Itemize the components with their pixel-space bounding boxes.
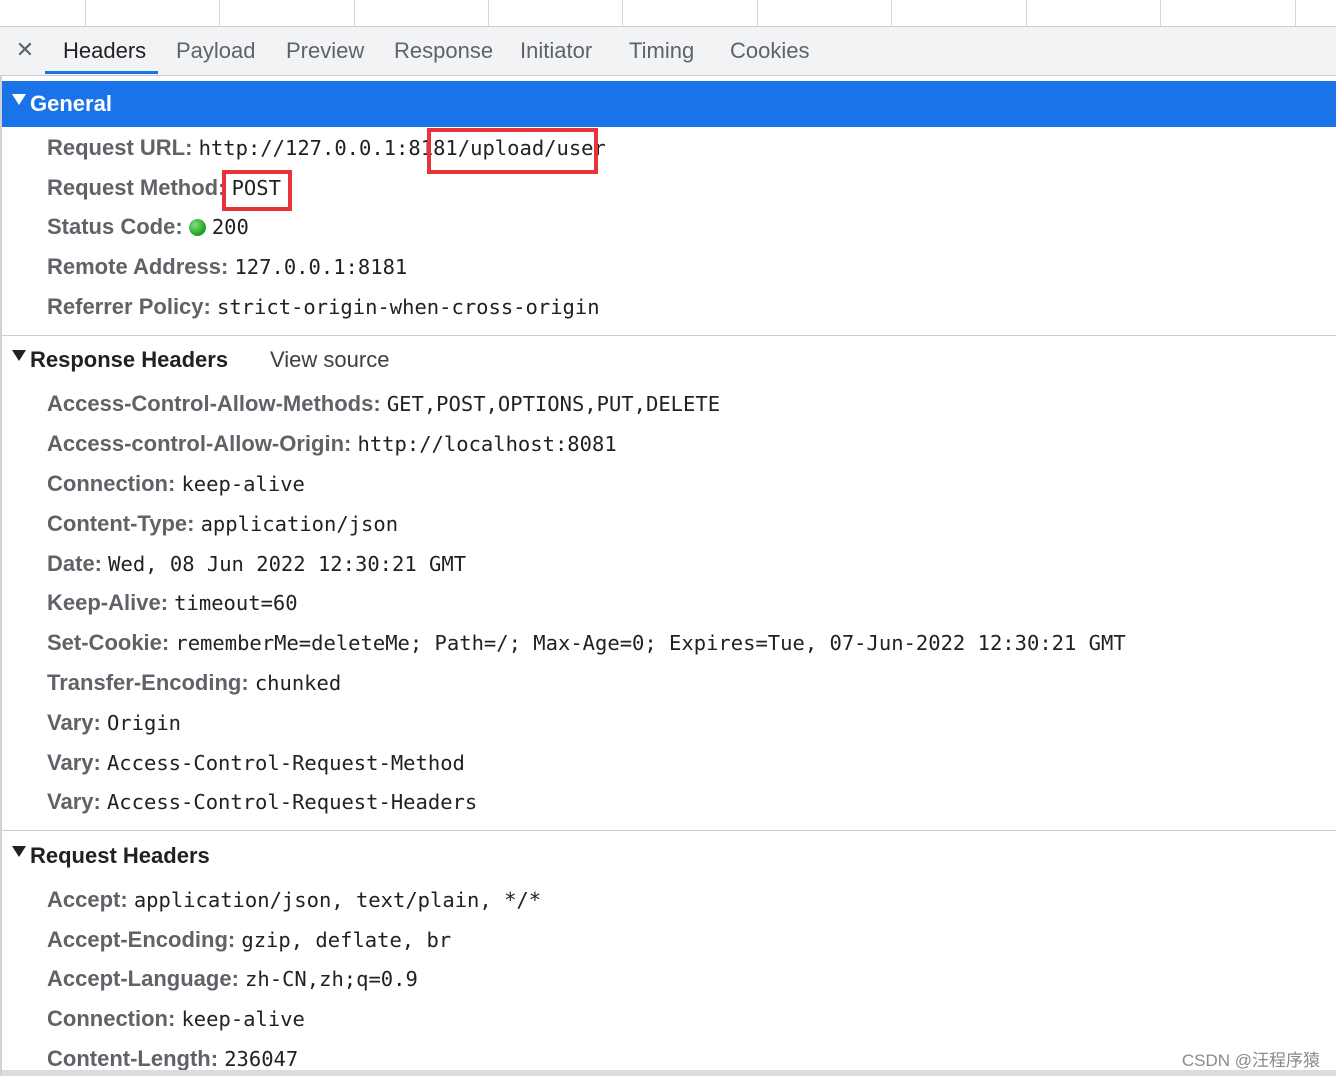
request-header-row: Accept-Encoding: gzip, deflate, br bbox=[47, 920, 451, 960]
section-divider bbox=[2, 830, 1336, 831]
header-key: Request URL: bbox=[47, 135, 193, 160]
response-header-row: Transfer-Encoding: chunked bbox=[47, 663, 341, 703]
response-header-row: Vary: Access-Control-Request-Method bbox=[47, 743, 465, 783]
header-value: 200 bbox=[211, 215, 249, 239]
column-divider bbox=[354, 0, 355, 26]
status-dot-icon bbox=[188, 219, 206, 236]
request-header-row: Connection: keep-alive bbox=[47, 999, 305, 1039]
tab-headers[interactable]: Headers bbox=[63, 27, 146, 75]
triangle-down-icon bbox=[12, 350, 26, 361]
tab-payload[interactable]: Payload bbox=[176, 27, 256, 75]
general-row-status-code: Status Code: 200 bbox=[47, 207, 249, 247]
response-header-row: Content-Type: application/json bbox=[47, 504, 398, 544]
header-value: Wed, 08 Jun 2022 12:30:21 GMT bbox=[108, 552, 467, 576]
response-header-row: Vary: Origin bbox=[47, 703, 181, 743]
header-key: Referrer Policy: bbox=[47, 294, 211, 319]
header-key: Connection: bbox=[47, 471, 176, 496]
header-value: timeout=60 bbox=[174, 591, 298, 615]
header-key: Date: bbox=[47, 551, 103, 576]
tab-initiator[interactable]: Initiator bbox=[520, 27, 592, 75]
header-value: http://localhost:8081 bbox=[357, 432, 617, 456]
request-list-strip bbox=[0, 0, 1336, 27]
header-key: Connection: bbox=[47, 1006, 176, 1031]
request-header-row: Accept: application/json, text/plain, */… bbox=[47, 880, 541, 920]
header-key: Access-Control-Allow-Methods: bbox=[47, 391, 381, 416]
tab-preview[interactable]: Preview bbox=[286, 27, 364, 75]
request-header-row: Accept-Language: zh-CN,zh;q=0.9 bbox=[47, 959, 418, 999]
header-value: keep-alive bbox=[181, 1007, 305, 1031]
detail-tab-bar: ✕ Headers Payload Preview Response Initi… bbox=[0, 27, 1336, 76]
active-tab-indicator bbox=[45, 71, 158, 74]
header-key: Vary: bbox=[47, 710, 101, 735]
header-value: GET,POST,OPTIONS,PUT,DELETE bbox=[386, 392, 721, 416]
header-key: Accept: bbox=[47, 887, 128, 912]
column-divider bbox=[85, 0, 86, 26]
general-row-remote-address: Remote Address: 127.0.0.1:8181 bbox=[47, 247, 407, 287]
header-value: strict-origin-when-cross-origin bbox=[216, 295, 600, 319]
request-headers-section-header[interactable]: Request Headers bbox=[2, 833, 1336, 879]
header-key: Vary: bbox=[47, 789, 101, 814]
response-headers-section-header[interactable]: Response Headers View source bbox=[2, 337, 1336, 383]
method-highlight-box bbox=[222, 170, 292, 211]
header-key: Vary: bbox=[47, 750, 101, 775]
header-value: rememberMe=deleteMe; Path=/; Max-Age=0; … bbox=[175, 631, 1126, 655]
tab-response[interactable]: Response bbox=[394, 27, 493, 75]
url-path-highlight-box bbox=[427, 128, 598, 174]
header-key: Content-Type: bbox=[47, 511, 195, 536]
response-header-row: Vary: Access-Control-Request-Headers bbox=[47, 782, 477, 822]
column-divider bbox=[1160, 0, 1161, 26]
column-divider bbox=[219, 0, 220, 26]
section-title: General bbox=[30, 91, 112, 116]
header-key: Remote Address: bbox=[47, 254, 229, 279]
response-header-row: Connection: keep-alive bbox=[47, 464, 305, 504]
header-key: Content-Length: bbox=[47, 1046, 219, 1071]
header-key: Transfer-Encoding: bbox=[47, 670, 249, 695]
view-source-link[interactable]: View source bbox=[270, 337, 389, 383]
header-value: application/json bbox=[200, 512, 399, 536]
triangle-down-icon bbox=[12, 846, 26, 857]
header-key: Request Method: bbox=[47, 175, 226, 200]
header-key: Access-control-Allow-Origin: bbox=[47, 431, 352, 456]
general-section-header[interactable]: General bbox=[2, 81, 1336, 127]
column-divider bbox=[1295, 0, 1296, 26]
header-value: chunked bbox=[254, 671, 342, 695]
horizontal-scrollbar[interactable] bbox=[2, 1070, 1336, 1076]
response-header-row: Access-Control-Allow-Methods: GET,POST,O… bbox=[47, 384, 720, 424]
header-value: application/json, text/plain, */* bbox=[133, 888, 542, 912]
header-value: Origin bbox=[106, 711, 182, 735]
section-divider bbox=[2, 335, 1336, 336]
header-value: Access-Control-Request-Method bbox=[106, 751, 465, 775]
triangle-down-icon bbox=[12, 94, 26, 105]
panel-border bbox=[0, 76, 2, 1076]
watermark-text: CSDN @汪程序猿 bbox=[1181, 1051, 1320, 1070]
general-row-referrer-policy: Referrer Policy: strict-origin-when-cros… bbox=[47, 287, 600, 327]
response-header-row: Keep-Alive: timeout=60 bbox=[47, 583, 298, 623]
column-divider bbox=[891, 0, 892, 26]
section-title: Response Headers bbox=[30, 347, 229, 372]
header-key: Set-Cookie: bbox=[47, 630, 170, 655]
column-divider bbox=[1026, 0, 1027, 26]
header-value: zh-CN,zh;q=0.9 bbox=[245, 967, 418, 991]
tab-cookies[interactable]: Cookies bbox=[730, 27, 809, 75]
tab-timing[interactable]: Timing bbox=[629, 27, 694, 75]
response-header-row: Set-Cookie: rememberMe=deleteMe; Path=/;… bbox=[47, 623, 1126, 663]
header-key: Status Code: bbox=[47, 214, 183, 239]
header-value: 236047 bbox=[224, 1047, 299, 1071]
response-header-row: Date: Wed, 08 Jun 2022 12:30:21 GMT bbox=[47, 544, 466, 584]
header-value: 127.0.0.1:8181 bbox=[234, 255, 408, 279]
header-value: gzip, deflate, br bbox=[241, 928, 452, 952]
header-value: Access-Control-Request-Headers bbox=[106, 790, 478, 814]
header-key: Keep-Alive: bbox=[47, 590, 169, 615]
column-divider bbox=[757, 0, 758, 26]
column-divider bbox=[488, 0, 489, 26]
header-key: Accept-Encoding: bbox=[47, 927, 236, 952]
section-title: Request Headers bbox=[30, 843, 210, 868]
column-divider bbox=[622, 0, 623, 26]
response-header-row: Access-control-Allow-Origin: http://loca… bbox=[47, 424, 617, 464]
header-value: keep-alive bbox=[181, 472, 305, 496]
close-icon[interactable]: ✕ bbox=[12, 36, 38, 64]
header-key: Accept-Language: bbox=[47, 966, 239, 991]
